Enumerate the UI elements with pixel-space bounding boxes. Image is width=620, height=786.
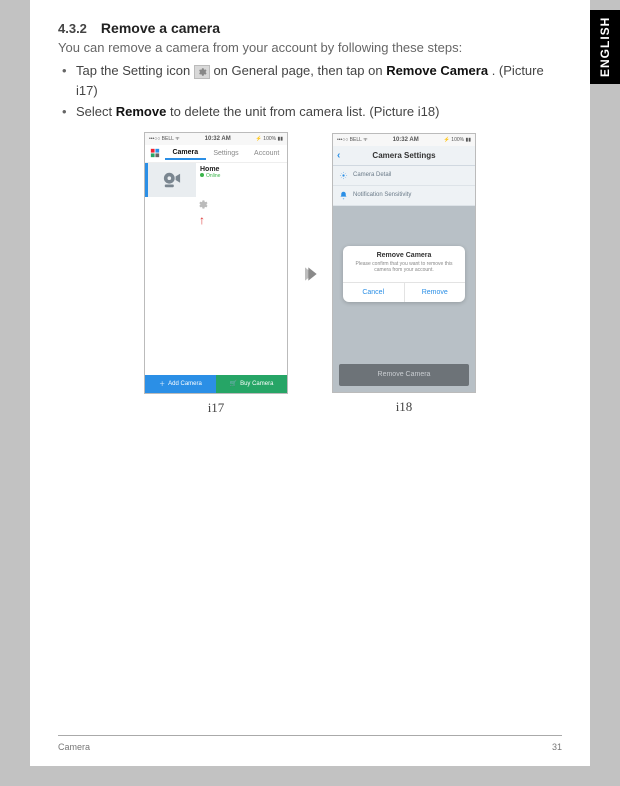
cart-icon: 🛒 xyxy=(230,380,237,387)
modal-cancel-button[interactable]: Cancel xyxy=(343,283,404,302)
intro-text: You can remove a camera from your accoun… xyxy=(58,40,562,55)
settings-header: ‹ Camera Settings xyxy=(333,146,475,166)
phone-i18: •••○○ BELL ᯤ 10:32 AM ⚡ 100% ▮▮ ‹ Camera… xyxy=(332,133,476,393)
camera-list-item[interactable]: Home Online xyxy=(145,163,287,197)
buy-camera-label: Buy Camera xyxy=(240,381,273,387)
figures-row: •••○○ BELL ᯤ 10:32 AM ⚡ 100% ▮▮ Camera S… xyxy=(58,132,562,416)
modal-title: Remove Camera xyxy=(343,246,465,261)
tab-settings[interactable]: Settings xyxy=(206,148,247,159)
buy-camera-button[interactable]: 🛒 Buy Camera xyxy=(216,375,287,393)
settings-gear-icon[interactable] xyxy=(196,198,208,210)
settings-title: Camera Settings xyxy=(333,151,475,160)
camera-info: Home Online xyxy=(196,163,287,197)
step-2-bold: Remove xyxy=(116,104,167,119)
add-camera-label: Add Camera xyxy=(168,381,202,387)
remove-camera-modal: Remove Camera Please confirm that you wa… xyxy=(343,246,465,302)
step-2-text-a: Select xyxy=(76,104,116,119)
app-logo-icon xyxy=(145,148,165,158)
status-battery: ⚡ 100% ▮▮ xyxy=(444,137,471,143)
arrow-between-icon xyxy=(300,158,320,390)
status-carrier: •••○○ BELL ᯤ xyxy=(149,136,180,142)
step-1: Tap the Setting icon on General page, th… xyxy=(58,61,562,100)
item-camera-detail[interactable]: Camera Detail xyxy=(333,166,475,186)
add-camera-button[interactable]: ＋ Add Camera xyxy=(145,375,216,393)
footer-section: Camera xyxy=(58,742,90,752)
modal-buttons: Cancel Remove xyxy=(343,282,465,302)
caption-i17: i17 xyxy=(208,400,225,416)
page-footer: Camera 31 xyxy=(58,735,562,752)
language-tab: ENGLISH xyxy=(590,10,620,84)
section-title: Remove a camera xyxy=(101,20,220,36)
status-carrier: •••○○ BELL ᯤ xyxy=(337,137,368,143)
phone-body-blank xyxy=(145,225,287,375)
plus-icon: ＋ xyxy=(159,379,165,388)
content-area: 4.3.2 Remove a camera You can remove a c… xyxy=(30,0,590,416)
item-notification-sensitivity[interactable]: Notification Sensitivity xyxy=(333,186,475,206)
gear-icon xyxy=(194,65,210,79)
phone-i17: •••○○ BELL ᯤ 10:32 AM ⚡ 100% ▮▮ Camera S… xyxy=(144,132,288,394)
modal-remove-button[interactable]: Remove xyxy=(404,283,466,302)
gear-row xyxy=(145,197,287,215)
modal-text: Please confirm that you want to remove t… xyxy=(343,261,465,282)
status-bar: •••○○ BELL ᯤ 10:32 AM ⚡ 100% ▮▮ xyxy=(145,133,287,145)
status-time: 10:32 AM xyxy=(393,137,419,143)
figure-i18: •••○○ BELL ᯤ 10:32 AM ⚡ 100% ▮▮ ‹ Camera… xyxy=(332,133,476,415)
footer-page-number: 31 xyxy=(552,742,562,752)
caption-i18: i18 xyxy=(396,399,413,415)
steps-list: Tap the Setting icon on General page, th… xyxy=(58,61,562,122)
back-chevron-icon[interactable]: ‹ xyxy=(337,150,340,161)
camera-status: Online xyxy=(200,173,283,179)
bottom-buttons: ＋ Add Camera 🛒 Buy Camera xyxy=(145,375,287,393)
tab-camera[interactable]: Camera xyxy=(165,147,206,160)
gear-icon xyxy=(339,171,349,180)
item-notif-label: Notification Sensitivity xyxy=(353,192,411,198)
status-battery: ⚡ 100% ▮▮ xyxy=(256,136,283,142)
item-camera-detail-label: Camera Detail xyxy=(353,172,391,178)
bell-icon xyxy=(339,191,349,200)
top-tabs: Camera Settings Account xyxy=(145,145,287,163)
camera-name: Home xyxy=(200,166,283,173)
section-heading: 4.3.2 Remove a camera xyxy=(58,20,562,36)
step-1-text-a: Tap the Setting icon xyxy=(76,63,194,78)
status-bar: •••○○ BELL ᯤ 10:32 AM ⚡ 100% ▮▮ xyxy=(333,134,475,146)
step-1-text-b: on General page, then tap on xyxy=(213,63,386,78)
section-number: 4.3.2 xyxy=(58,21,87,36)
status-time: 10:32 AM xyxy=(205,136,231,142)
modal-overlay: Remove Camera Please confirm that you wa… xyxy=(333,206,475,392)
pointer-arrow-icon: ↑ xyxy=(145,215,287,225)
remove-camera-bar[interactable]: Remove Camera xyxy=(339,364,469,386)
step-2-text-b: to delete the unit from camera list. (Pi… xyxy=(170,104,440,119)
tab-account[interactable]: Account xyxy=(246,148,287,159)
document-page: 4.3.2 Remove a camera You can remove a c… xyxy=(30,0,590,766)
camera-thumbnail xyxy=(148,163,196,197)
step-1-bold: Remove Camera xyxy=(386,63,488,78)
figure-i17: •••○○ BELL ᯤ 10:32 AM ⚡ 100% ▮▮ Camera S… xyxy=(144,132,288,416)
settings-list: Camera Detail Notification Sensitivity xyxy=(333,166,475,206)
step-2: Select Remove to delete the unit from ca… xyxy=(58,102,562,122)
